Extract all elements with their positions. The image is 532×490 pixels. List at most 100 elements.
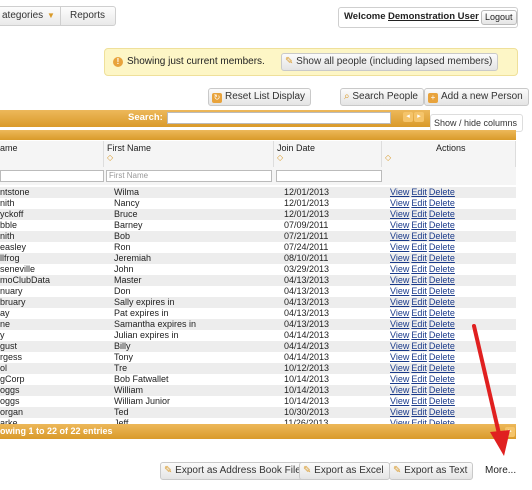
view-link[interactable]: View <box>390 352 409 362</box>
column-header-join-date[interactable]: Join Date ◇ <box>274 141 382 167</box>
edit-link[interactable]: Edit <box>411 308 427 318</box>
delete-link[interactable]: Delete <box>429 275 455 285</box>
first-name-cell: John <box>114 264 134 274</box>
show-all-people-button[interactable]: ✎ Show all people (including lapsed memb… <box>281 53 499 71</box>
edit-link[interactable]: Edit <box>411 286 427 296</box>
view-link[interactable]: View <box>390 407 409 417</box>
edit-link[interactable]: Edit <box>411 264 427 274</box>
categories-menu[interactable]: ategories <box>2 7 43 25</box>
edit-link[interactable]: Edit <box>411 385 427 395</box>
edit-link[interactable]: Edit <box>411 341 427 351</box>
delete-link[interactable]: Delete <box>429 319 455 329</box>
edit-link[interactable]: Edit <box>411 187 427 197</box>
view-link[interactable]: View <box>390 264 409 274</box>
arrow-shaft <box>472 324 502 440</box>
edit-link[interactable]: Edit <box>411 198 427 208</box>
edit-link[interactable]: Edit <box>411 396 427 406</box>
view-link[interactable]: View <box>390 187 409 197</box>
view-link[interactable]: View <box>390 209 409 219</box>
table-row: ntstone Wilma 12/01/2013 View Edit Delete <box>0 187 516 198</box>
edit-link[interactable]: Edit <box>411 242 427 252</box>
view-link[interactable]: View <box>390 297 409 307</box>
delete-link[interactable]: Delete <box>429 341 455 351</box>
edit-link[interactable]: Edit <box>411 220 427 230</box>
edit-link[interactable]: Edit <box>411 319 427 329</box>
add-person-button[interactable]: + Add a new Person <box>424 88 529 106</box>
view-link[interactable]: View <box>390 330 409 340</box>
edit-link[interactable]: Edit <box>411 275 427 285</box>
delete-link[interactable]: Delete <box>429 198 455 208</box>
delete-link[interactable]: Delete <box>429 297 455 307</box>
table-row: yckoff Bruce 12/01/2013 View Edit Delete <box>0 209 516 220</box>
first-name-filter[interactable]: First Name <box>106 170 272 182</box>
view-link[interactable]: View <box>390 396 409 406</box>
view-link[interactable]: View <box>390 363 409 373</box>
sort-icon[interactable]: ◇ <box>385 153 391 162</box>
column-header-first-name[interactable]: First Name ◇ <box>104 141 274 167</box>
last-name-cell: nuary <box>0 286 23 296</box>
join-date-cell: 04/13/2013 <box>284 275 330 285</box>
view-link[interactable]: View <box>390 319 409 329</box>
search-input[interactable] <box>167 112 391 124</box>
edit-link[interactable]: Edit <box>411 297 427 307</box>
last-name-cell: rgess <box>0 352 23 362</box>
edit-link[interactable]: Edit <box>411 231 427 241</box>
more-link[interactable]: More... <box>485 465 516 476</box>
view-link[interactable]: View <box>390 253 409 263</box>
export-text-button[interactable]: ✎ Export as Text <box>389 462 474 480</box>
sort-icon[interactable]: ◇ <box>107 153 113 162</box>
delete-link[interactable]: Delete <box>429 220 455 230</box>
logout-button[interactable]: Logout <box>481 10 517 25</box>
actions-cell: View Edit Delete <box>390 319 457 330</box>
export-excel-button[interactable]: ✎ Export as Excel <box>299 462 390 480</box>
delete-link[interactable]: Delete <box>429 231 455 241</box>
view-link[interactable]: View <box>390 374 409 384</box>
join-date-filter[interactable] <box>276 170 382 182</box>
chevron-down-icon[interactable]: ▼ <box>47 8 55 24</box>
delete-link[interactable]: Delete <box>429 286 455 296</box>
export-address-book-button[interactable]: ✎ Export as Address Book File <box>160 462 307 480</box>
view-link[interactable]: View <box>390 198 409 208</box>
delete-link[interactable]: Delete <box>429 352 455 362</box>
view-link[interactable]: View <box>390 385 409 395</box>
delete-link[interactable]: Delete <box>429 385 455 395</box>
edit-link[interactable]: Edit <box>411 374 427 384</box>
join-date-cell: 03/29/2013 <box>284 264 330 274</box>
view-link[interactable]: View <box>390 242 409 252</box>
edit-link[interactable]: Edit <box>411 253 427 263</box>
delete-link[interactable]: Delete <box>429 187 455 197</box>
search-people-button[interactable]: ⌕ Search People <box>340 88 424 106</box>
edit-link[interactable]: Edit <box>411 352 427 362</box>
last-name-cell: nith <box>0 231 15 241</box>
delete-link[interactable]: Delete <box>429 363 455 373</box>
delete-link[interactable]: Delete <box>429 308 455 318</box>
prev-page-icon[interactable]: ◂ <box>403 112 413 122</box>
edit-link[interactable]: Edit <box>411 209 427 219</box>
delete-link[interactable]: Delete <box>429 253 455 263</box>
delete-link[interactable]: Delete <box>429 242 455 252</box>
column-header-last-name[interactable]: ame <box>0 141 104 167</box>
delete-link[interactable]: Delete <box>429 396 455 406</box>
view-link[interactable]: View <box>390 341 409 351</box>
reports-link[interactable]: Reports <box>70 7 105 25</box>
delete-link[interactable]: Delete <box>429 209 455 219</box>
edit-link[interactable]: Edit <box>411 407 427 417</box>
delete-link[interactable]: Delete <box>429 407 455 417</box>
last-name-filter[interactable] <box>0 170 104 182</box>
view-link[interactable]: View <box>390 231 409 241</box>
sort-icon[interactable]: ◇ <box>277 153 283 162</box>
view-link[interactable]: View <box>390 286 409 296</box>
delete-link[interactable]: Delete <box>429 264 455 274</box>
entries-info: owing 1 to 22 of 22 entries <box>0 426 113 436</box>
next-page-icon[interactable]: ▸ <box>414 112 424 122</box>
user-name-link[interactable]: Demonstration User <box>388 11 479 22</box>
delete-link[interactable]: Delete <box>429 374 455 384</box>
edit-link[interactable]: Edit <box>411 363 427 373</box>
view-link[interactable]: View <box>390 308 409 318</box>
first-name-cell: Julian expires in <box>114 330 179 340</box>
reset-list-display-button[interactable]: ↻ Reset List Display <box>208 88 312 106</box>
view-link[interactable]: View <box>390 220 409 230</box>
delete-link[interactable]: Delete <box>429 330 455 340</box>
view-link[interactable]: View <box>390 275 409 285</box>
edit-link[interactable]: Edit <box>411 330 427 340</box>
